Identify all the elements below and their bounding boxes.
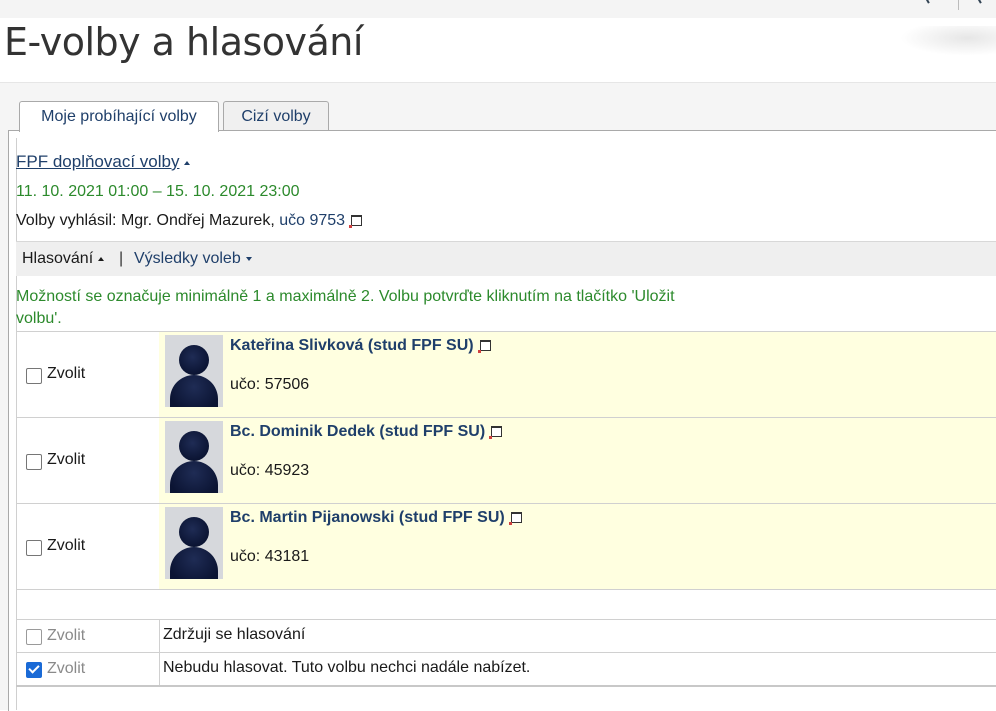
candidate-name[interactable]: Bc. Martin Pijanowski (stud FPF SU) (230, 509, 522, 527)
choose-label[interactable]: Zvolit (47, 627, 85, 645)
choose-checkbox[interactable] (26, 454, 42, 470)
business-card-icon[interactable] (477, 340, 491, 354)
option-text: Zdržuji se hlasování (163, 626, 306, 643)
choose-checkbox-checked[interactable] (26, 662, 42, 678)
voting-menu[interactable]: Hlasování (22, 242, 105, 276)
candidate-name-text: Kateřina Slivková (stud FPF SU) (230, 337, 474, 354)
voting-menu-label: Hlasování (22, 250, 94, 267)
choose-cell: Zvolit (16, 418, 160, 504)
choose-cell: Zvolit (16, 653, 160, 686)
election-title-text: FPF doplňovací volby (16, 152, 180, 171)
announcer-uco-link[interactable]: učo 9753 (279, 212, 345, 229)
candidate-name[interactable]: Kateřina Slivková (stud FPF SU) (230, 337, 491, 355)
page-title: E-volby a hlasování (4, 20, 363, 64)
tab-other-elections[interactable]: Cizí volby (223, 101, 329, 131)
choose-cell: Zvolit (16, 620, 160, 653)
candidate-name[interactable]: Bc. Dominik Dedek (stud FPF SU) (230, 423, 503, 441)
business-card-icon[interactable] (349, 215, 363, 229)
candidate-avatar (165, 507, 223, 579)
caret-down-icon (245, 256, 252, 261)
option-cell: Nebudu hlasovat. Tuto volbu nechci nadál… (159, 653, 996, 686)
candidate-row: Zvolit Kateřina Slivková (stud FPF SU) u… (16, 331, 996, 418)
announcer-text: Volby vyhlásil: Mgr. Ondřej Mazurek, (16, 212, 275, 229)
top-menu-icon-2[interactable] (977, 0, 987, 4)
choose-checkbox[interactable] (26, 540, 42, 556)
option-cell: Zdržuji se hlasování (159, 620, 996, 653)
election-announcer: Volby vyhlásil: Mgr. Ondřej Mazurek, učo… (16, 212, 363, 230)
collapse-caret-icon (184, 160, 191, 165)
choose-label[interactable]: Zvolit (47, 451, 85, 469)
election-title-link[interactable]: FPF doplňovací volby (16, 152, 191, 172)
results-menu[interactable]: Výsledky voleb (134, 242, 252, 276)
top-separator (958, 0, 959, 10)
candidate-row: Zvolit Bc. Martin Pijanowski (stud FPF S… (16, 503, 996, 590)
top-menu-icon[interactable] (925, 0, 935, 4)
option-row: Zvolit Nebudu hlasovat. Tuto volbu nechc… (16, 652, 996, 686)
business-card-icon[interactable] (489, 426, 503, 440)
top-strip (0, 0, 996, 18)
candidate-uco: učo: 45923 (230, 462, 310, 479)
page-header: E-volby a hlasování (0, 18, 996, 83)
election-dates: 11. 10. 2021 01:00 – 15. 10. 2021 23:00 (16, 183, 300, 200)
choose-cell: Zvolit (16, 332, 160, 418)
header-decoration (900, 26, 996, 56)
choose-checkbox[interactable] (26, 629, 42, 645)
business-card-icon[interactable] (508, 512, 522, 526)
caret-up-icon (98, 256, 105, 261)
choose-checkbox[interactable] (26, 368, 42, 384)
spacer-row (16, 589, 996, 620)
choose-cell: Zvolit (16, 504, 160, 590)
candidate-cell: Kateřina Slivková (stud FPF SU) učo: 575… (159, 332, 996, 418)
candidate-avatar (165, 421, 223, 493)
candidate-uco: učo: 57506 (230, 376, 310, 393)
choose-label[interactable]: Zvolit (47, 660, 85, 678)
candidate-name-text: Bc. Martin Pijanowski (stud FPF SU) (230, 509, 505, 526)
choose-label[interactable]: Zvolit (47, 365, 85, 383)
toolbar-separator: | (119, 250, 124, 267)
option-text: Nebudu hlasovat. Tuto volbu nechci nadál… (163, 659, 531, 676)
table-bottom-border (16, 685, 996, 687)
candidate-row: Zvolit Bc. Dominik Dedek (stud FPF SU) u… (16, 417, 996, 504)
candidate-name-text: Bc. Dominik Dedek (stud FPF SU) (230, 423, 486, 440)
candidate-cell: Bc. Martin Pijanowski (stud FPF SU) učo:… (159, 504, 996, 590)
election-toolbar: Hlasování | Výsledky voleb (16, 241, 996, 276)
results-menu-label: Výsledky voleb (134, 250, 241, 267)
option-row: Zvolit Zdržuji se hlasování (16, 619, 996, 653)
voting-instructions: Možností se označuje minimálně 1 a maxim… (16, 288, 675, 327)
candidate-cell: Bc. Dominik Dedek (stud FPF SU) učo: 459… (159, 418, 996, 504)
candidate-uco: učo: 43181 (230, 548, 310, 565)
choose-label[interactable]: Zvolit (47, 537, 85, 555)
tab-my-elections[interactable]: Moje probíhající volby (19, 101, 219, 132)
candidate-avatar (165, 335, 223, 407)
